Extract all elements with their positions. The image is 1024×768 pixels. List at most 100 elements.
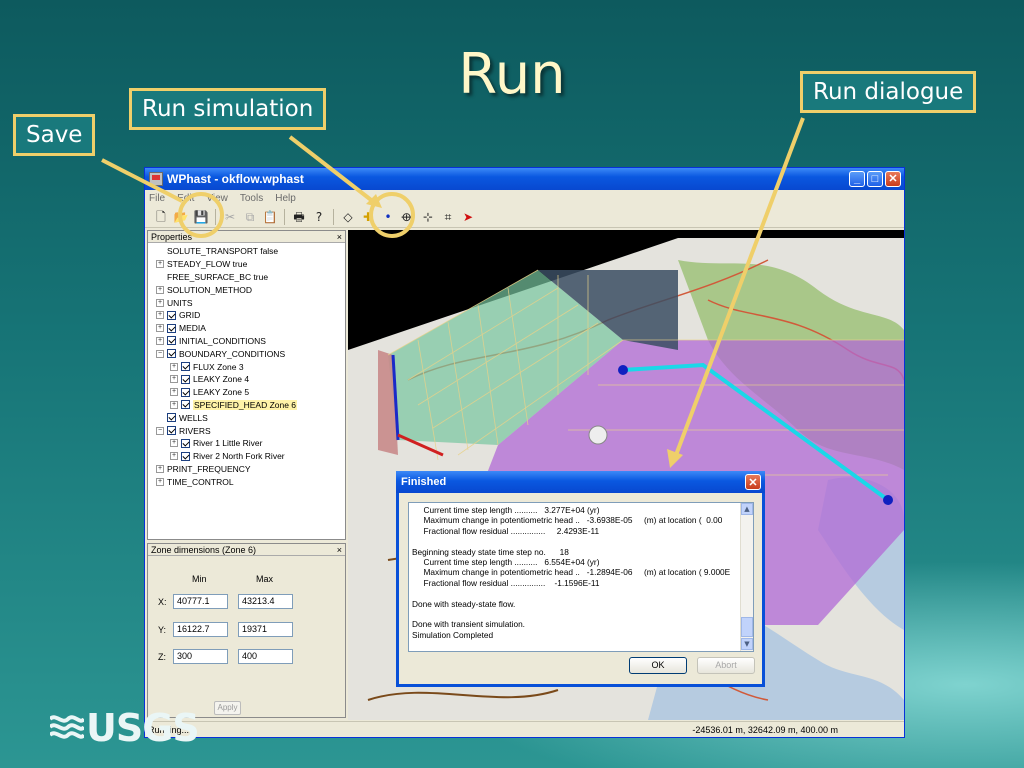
river-icon[interactable]: ⊹ bbox=[420, 209, 436, 225]
expand-toggle-icon[interactable]: + bbox=[156, 311, 164, 320]
visibility-checkbox[interactable] bbox=[167, 413, 176, 423]
tree-item[interactable]: + INITIAL_CONDITIONS bbox=[148, 335, 345, 348]
tree-branch-line bbox=[156, 272, 164, 281]
z-max-field[interactable]: 400 bbox=[238, 649, 293, 664]
simulation-log[interactable]: Current time step length .......... 3.27… bbox=[408, 502, 754, 652]
tree-item[interactable]: SOLUTE_TRANSPORT false bbox=[148, 245, 345, 258]
expand-toggle-icon[interactable]: + bbox=[156, 298, 164, 307]
expand-toggle-icon[interactable]: + bbox=[170, 388, 178, 397]
visibility-checkbox[interactable] bbox=[181, 387, 190, 397]
tree-item[interactable]: + MEDIA bbox=[148, 322, 345, 335]
expand-toggle-icon[interactable]: − bbox=[156, 349, 164, 358]
visibility-checkbox[interactable] bbox=[181, 451, 190, 461]
apply-button[interactable]: Apply bbox=[214, 701, 241, 715]
expand-toggle-icon[interactable]: + bbox=[156, 260, 164, 269]
y-min-field[interactable]: 16122.7 bbox=[173, 622, 228, 637]
tree-item[interactable]: + River 2 North Fork River bbox=[148, 450, 345, 463]
tree-item[interactable]: + SOLUTION_METHOD bbox=[148, 283, 345, 296]
log-line: Done with steady-state flow. bbox=[412, 598, 516, 609]
well-icon[interactable]: • bbox=[380, 209, 396, 225]
help-icon[interactable]: ? bbox=[311, 209, 327, 225]
visibility-checkbox[interactable] bbox=[167, 323, 176, 333]
visibility-checkbox[interactable] bbox=[167, 310, 176, 320]
expand-toggle-icon[interactable]: + bbox=[170, 375, 178, 384]
menu-file[interactable]: File bbox=[149, 193, 165, 204]
visibility-checkbox[interactable] bbox=[181, 362, 190, 372]
tree-item-label: SPECIFIED_HEAD Zone 6 bbox=[193, 399, 298, 410]
window-titlebar[interactable]: WPhast - okflow.wphast _ □ ✕ bbox=[145, 168, 904, 190]
run-icon[interactable]: ⟴ bbox=[400, 209, 416, 225]
max-label: Max bbox=[256, 574, 274, 584]
dialog-close-button[interactable]: ✕ bbox=[745, 474, 761, 490]
visibility-checkbox[interactable] bbox=[167, 349, 176, 359]
visibility-checkbox[interactable] bbox=[181, 374, 190, 384]
grid-icon[interactable]: ⌗ bbox=[440, 209, 456, 225]
tree-item[interactable]: + STEADY_FLOW true bbox=[148, 258, 345, 271]
ok-button[interactable]: OK bbox=[629, 657, 687, 674]
visibility-checkbox[interactable] bbox=[181, 438, 190, 448]
expand-toggle-icon[interactable]: + bbox=[156, 464, 164, 473]
close-button[interactable]: ✕ bbox=[885, 171, 901, 187]
expand-toggle-icon[interactable]: + bbox=[156, 285, 164, 294]
tree-item[interactable]: FREE_SURFACE_BC true bbox=[148, 271, 345, 284]
y-max-field[interactable]: 19371 bbox=[238, 622, 293, 637]
scroll-down-icon[interactable]: ▼ bbox=[741, 638, 753, 650]
menu-tools[interactable]: Tools bbox=[240, 193, 263, 204]
tree-item[interactable]: + LEAKY Zone 5 bbox=[148, 386, 345, 399]
zone-close-icon[interactable]: × bbox=[337, 545, 342, 555]
tree-item[interactable]: + UNITS bbox=[148, 296, 345, 309]
tree-item[interactable]: + PRINT_FREQUENCY bbox=[148, 463, 345, 476]
expand-toggle-icon[interactable]: + bbox=[156, 324, 164, 333]
tree-item[interactable]: + GRID bbox=[148, 309, 345, 322]
scroll-up-icon[interactable]: ▲ bbox=[741, 503, 753, 515]
tree-item[interactable]: + TIME_CONTROL bbox=[148, 475, 345, 488]
menu-help[interactable]: Help bbox=[275, 193, 296, 204]
new-icon[interactable]: 🗋 bbox=[153, 209, 169, 225]
dialog-titlebar[interactable]: Finished ✕ bbox=[396, 471, 765, 493]
visibility-checkbox[interactable] bbox=[167, 426, 176, 436]
z-min-field[interactable]: 300 bbox=[173, 649, 228, 664]
tree-item[interactable]: − RIVERS bbox=[148, 424, 345, 437]
expand-toggle-icon[interactable]: + bbox=[170, 362, 178, 371]
x-max-field[interactable]: 43213.4 bbox=[238, 594, 293, 609]
pointer-icon[interactable]: ➤ bbox=[460, 209, 476, 225]
print-icon[interactable]: 🖶 bbox=[291, 209, 307, 225]
menu-view[interactable]: View bbox=[206, 193, 228, 204]
zone-icon[interactable]: ◇ bbox=[340, 209, 356, 225]
copy-icon[interactable]: ⧉ bbox=[242, 209, 258, 225]
tree-item[interactable]: WELLS bbox=[148, 411, 345, 424]
expand-toggle-icon[interactable]: + bbox=[156, 336, 164, 345]
tree-item[interactable]: − BOUNDARY_CONDITIONS bbox=[148, 347, 345, 360]
paste-icon[interactable]: 📋 bbox=[262, 209, 278, 225]
expand-toggle-icon[interactable]: + bbox=[170, 452, 178, 461]
visibility-checkbox[interactable] bbox=[181, 400, 190, 410]
log-scrollbar[interactable]: ▲ ▼ bbox=[740, 503, 753, 651]
log-line: Maximum change in potentiometric head ..… bbox=[412, 567, 731, 578]
save-icon[interactable]: 💾 bbox=[193, 209, 209, 225]
abort-button[interactable]: Abort bbox=[697, 657, 755, 674]
expand-toggle-icon[interactable]: + bbox=[170, 400, 178, 409]
tree-item[interactable]: + SPECIFIED_HEAD Zone 6 bbox=[148, 399, 345, 412]
open-icon[interactable]: 📂 bbox=[173, 209, 189, 225]
properties-close-icon[interactable]: × bbox=[337, 232, 342, 242]
x-min-field[interactable]: 40777.1 bbox=[173, 594, 228, 609]
expand-toggle-icon[interactable]: + bbox=[170, 439, 178, 448]
visibility-checkbox[interactable] bbox=[167, 336, 176, 346]
tree-item[interactable]: + FLUX Zone 3 bbox=[148, 360, 345, 373]
menu-edit[interactable]: Edit bbox=[177, 193, 194, 204]
add-icon[interactable]: ✚ bbox=[360, 209, 376, 225]
cut-icon[interactable]: ✂ bbox=[222, 209, 238, 225]
expand-toggle-icon[interactable]: + bbox=[156, 477, 164, 486]
toolbar: 🗋 📂 💾 ✂ ⧉ 📋 🖶 ? ◇ ✚ • ⟴ ⊹ ⌗ ➤ bbox=[145, 206, 904, 228]
callout-run-dialogue: Run dialogue bbox=[800, 71, 977, 113]
minimize-button[interactable]: _ bbox=[849, 171, 865, 187]
tree-item[interactable]: + LEAKY Zone 4 bbox=[148, 373, 345, 386]
maximize-button[interactable]: □ bbox=[867, 171, 883, 187]
expand-toggle-icon[interactable]: − bbox=[156, 426, 164, 435]
tree-item-label: STEADY_FLOW true bbox=[167, 259, 248, 270]
tree-item[interactable]: + River 1 Little River bbox=[148, 437, 345, 450]
tree-item-label: GRID bbox=[179, 310, 201, 321]
log-line: Fractional flow residual ...............… bbox=[412, 525, 600, 536]
scroll-thumb[interactable] bbox=[741, 617, 753, 637]
